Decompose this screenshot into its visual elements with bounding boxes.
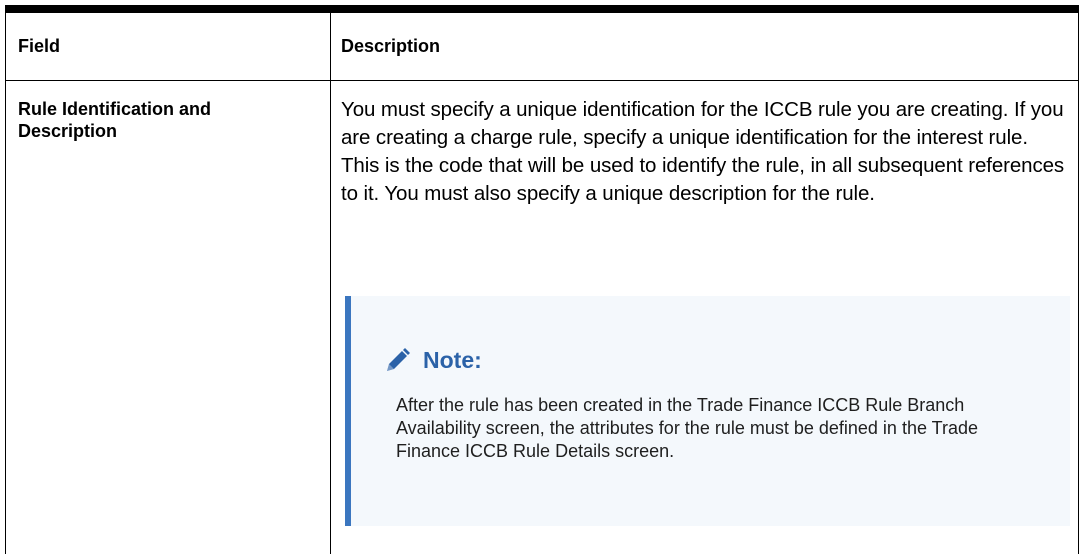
pencil-icon	[381, 344, 413, 376]
column-divider	[330, 13, 331, 554]
header-description: Description	[341, 36, 441, 56]
note-box: Note: After the rule has been created in…	[345, 296, 1070, 526]
field-cell-rule-identification: Rule Identification and Description	[18, 99, 212, 141]
table-header-row: Field Description	[6, 13, 1078, 81]
note-header: Note:	[381, 344, 482, 376]
note-text: After the rule has been created in the T…	[396, 395, 978, 461]
field-description-table: Field Description Rule Identification an…	[5, 5, 1079, 554]
description-cell-rule-identification: You must specify a unique identification…	[341, 98, 1065, 205]
note-title: Note:	[423, 346, 482, 373]
header-field: Field	[18, 36, 61, 56]
